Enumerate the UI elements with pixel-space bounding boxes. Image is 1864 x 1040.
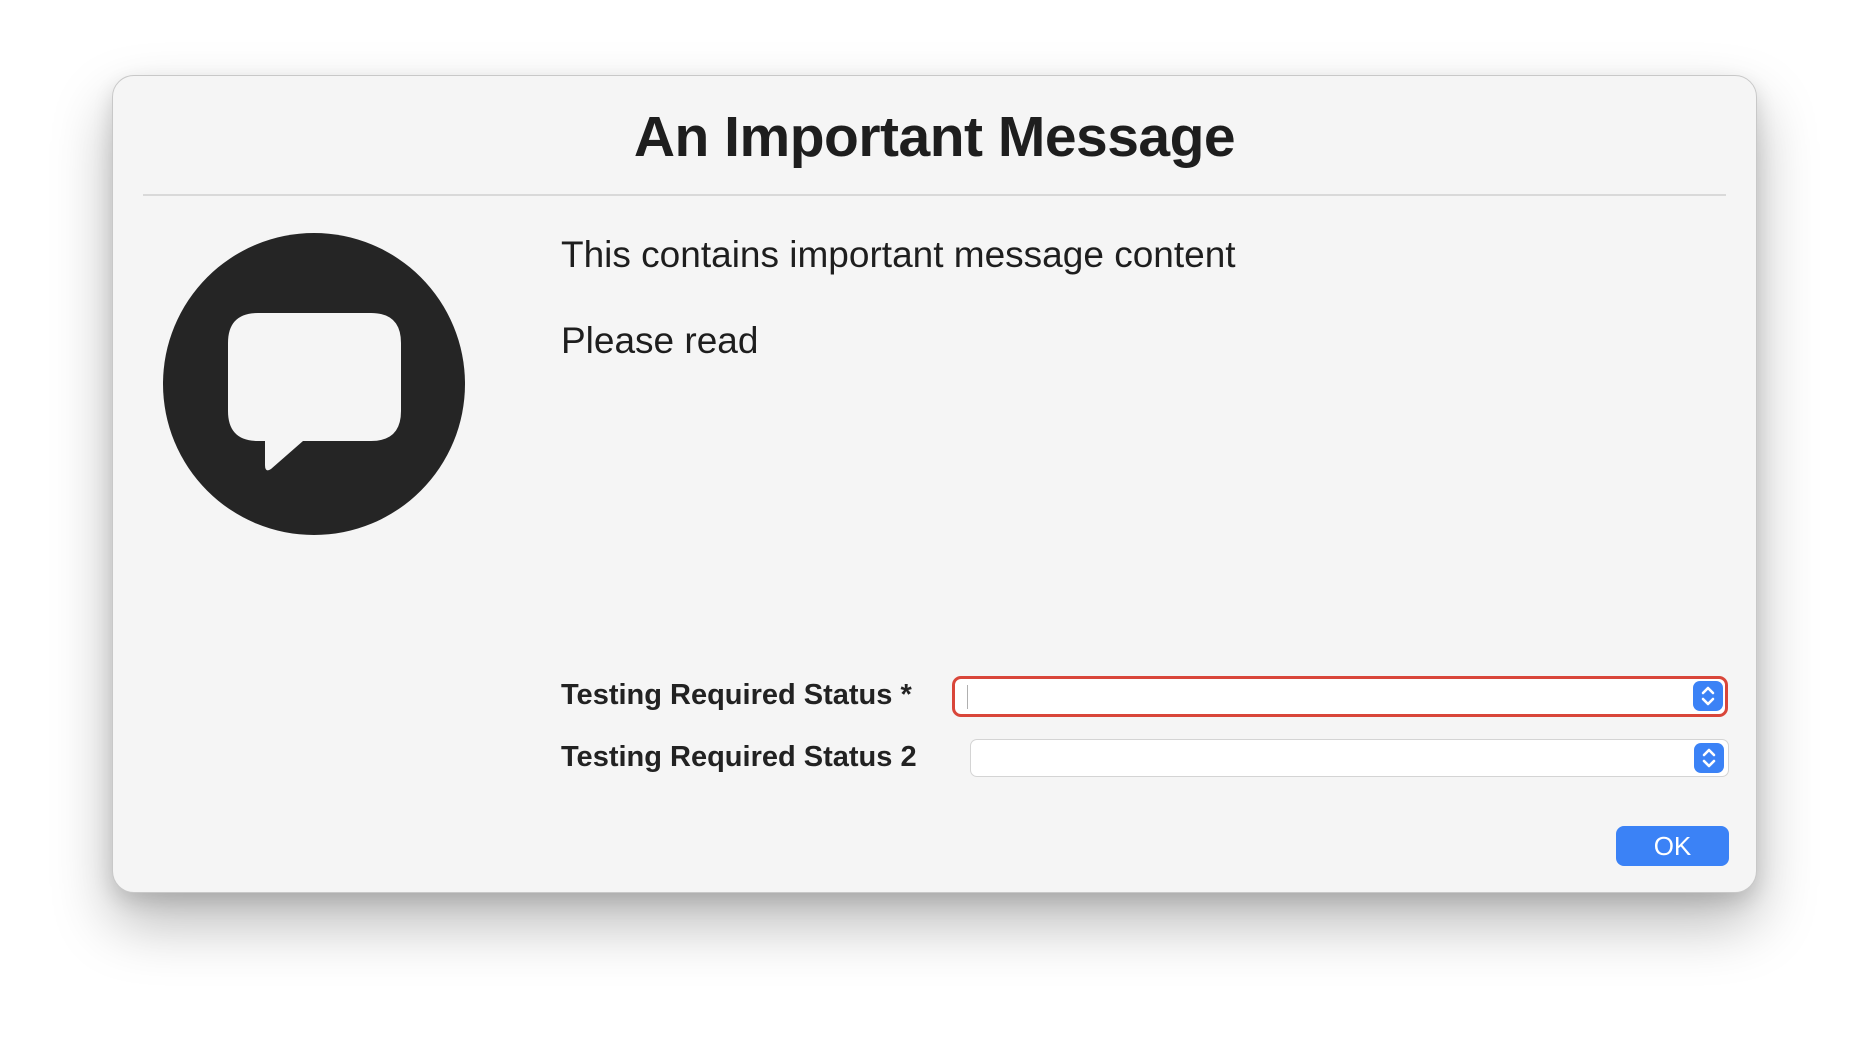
ok-button[interactable]: OK <box>1616 826 1729 866</box>
required-status-select[interactable] <box>952 676 1728 717</box>
text-cursor <box>967 685 968 709</box>
dialog-title: An Important Message <box>633 105 1236 169</box>
title-divider <box>143 194 1726 196</box>
field-label-required-status: Testing Required Status * <box>561 679 912 711</box>
message-line: This contains important message content <box>561 234 1236 275</box>
message-line: Please read <box>561 320 759 361</box>
message-dialog: An Important Message This contains impor… <box>112 75 1757 893</box>
up-down-stepper-icon[interactable] <box>1694 743 1724 773</box>
required-status-2-select[interactable] <box>970 739 1729 777</box>
speech-bubble-icon <box>163 233 465 535</box>
field-label-required-status-2: Testing Required Status 2 <box>561 741 917 773</box>
up-down-stepper-icon[interactable] <box>1693 681 1723 711</box>
